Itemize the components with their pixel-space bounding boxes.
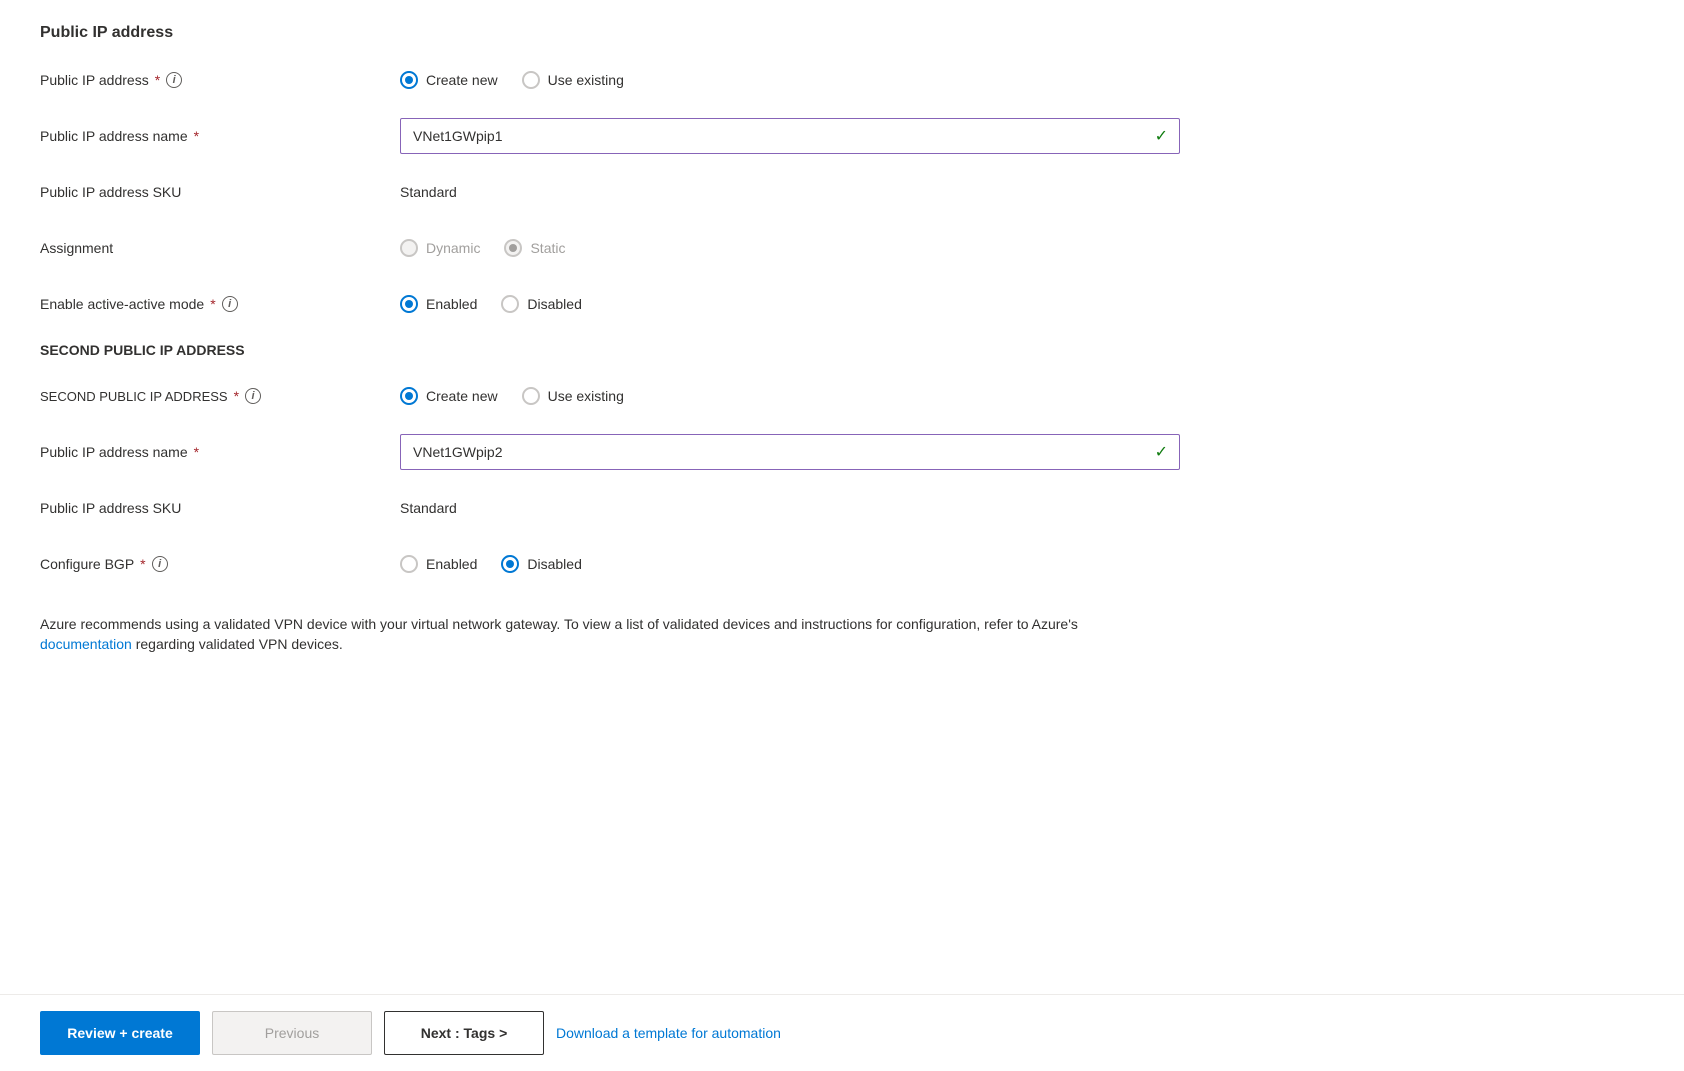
form-row-public-ip-address: Public IP address * i Create new Use exi… — [40, 62, 1644, 98]
label-second-ip-name: Public IP address name * — [40, 444, 400, 460]
radio-dot-create-new-2 — [400, 387, 418, 405]
label-second-ip-sku: Public IP address SKU — [40, 500, 400, 516]
radio-label-use-existing-2: Use existing — [548, 388, 624, 404]
input-wrapper-public-ip-name: ✓ — [400, 118, 1180, 154]
review-create-button[interactable]: Review + create — [40, 1011, 200, 1055]
radio-dot-static — [504, 239, 522, 257]
label-second-public-ip: SECOND PUBLIC IP ADDRESS * i — [40, 388, 400, 404]
required-star-bgp: * — [140, 556, 145, 572]
radio-label-create-new-2: Create new — [426, 388, 498, 404]
required-star-second: * — [234, 388, 239, 404]
public-ip-name-input[interactable] — [400, 118, 1180, 154]
label-public-ip-address: Public IP address * i — [40, 72, 400, 88]
form-row-assignment: Assignment Dynamic Static — [40, 230, 1644, 266]
form-row-public-ip-name: Public IP address name * ✓ — [40, 118, 1644, 154]
radio-group-assignment: Dynamic Static — [400, 239, 1180, 257]
form-row-second-ip-sku: Public IP address SKU Standard — [40, 490, 1644, 526]
radio-dot-create-new-1 — [400, 71, 418, 89]
info-icon-bgp[interactable]: i — [152, 556, 168, 572]
radio-label-disabled-active: Disabled — [527, 296, 581, 312]
radio-dot-disabled-active — [501, 295, 519, 313]
radio-dot-use-existing-2 — [522, 387, 540, 405]
radio-label-use-existing-1: Use existing — [548, 72, 624, 88]
radio-dot-use-existing-1 — [522, 71, 540, 89]
required-star-name: * — [194, 128, 199, 144]
radio-static[interactable]: Static — [504, 239, 565, 257]
radio-label-static: Static — [530, 240, 565, 256]
radio-label-bgp-disabled: Disabled — [527, 556, 581, 572]
info-text: Azure recommends using a validated VPN d… — [40, 614, 1140, 654]
form-row-active-active: Enable active-active mode * i Enabled Di… — [40, 286, 1644, 322]
valid-check-2: ✓ — [1155, 442, 1168, 462]
text-input-wrapper-2: ✓ — [400, 434, 1180, 470]
documentation-link[interactable]: documentation — [40, 636, 132, 652]
radio-label-create-new-1: Create new — [426, 72, 498, 88]
second-ip-name-input[interactable] — [400, 434, 1180, 470]
label-active-active: Enable active-active mode * i — [40, 296, 400, 312]
label-public-ip-sku: Public IP address SKU — [40, 184, 400, 200]
previous-button[interactable]: Previous — [212, 1011, 372, 1055]
input-wrapper-second-ip-name: ✓ — [400, 434, 1180, 470]
radio-create-new-1[interactable]: Create new — [400, 71, 498, 89]
required-star-active: * — [210, 296, 215, 312]
required-star: * — [155, 72, 160, 88]
label-configure-bgp: Configure BGP * i — [40, 556, 400, 572]
radio-use-existing-2[interactable]: Use existing — [522, 387, 624, 405]
radio-label-bgp-enabled: Enabled — [426, 556, 477, 572]
section-title-second-public-ip: SECOND PUBLIC IP ADDRESS — [40, 342, 1644, 358]
radio-dot-bgp-disabled — [501, 555, 519, 573]
form-row-public-ip-sku: Public IP address SKU Standard — [40, 174, 1644, 210]
download-template-button[interactable]: Download a template for automation — [556, 1025, 781, 1041]
valid-check-1: ✓ — [1155, 126, 1168, 146]
footer: Review + create Previous Next : Tags > D… — [0, 994, 1684, 1071]
label-public-ip-name: Public IP address name * — [40, 128, 400, 144]
radio-create-new-2[interactable]: Create new — [400, 387, 498, 405]
label-assignment: Assignment — [40, 240, 400, 256]
radio-use-existing-1[interactable]: Use existing — [522, 71, 624, 89]
main-content: Public IP address Public IP address * i … — [0, 0, 1684, 994]
info-icon-public-ip[interactable]: i — [166, 72, 182, 88]
form-row-configure-bgp: Configure BGP * i Enabled Disabled — [40, 546, 1644, 582]
radio-label-enabled-active: Enabled — [426, 296, 477, 312]
radio-disabled-active[interactable]: Disabled — [501, 295, 581, 313]
form-row-second-public-ip: SECOND PUBLIC IP ADDRESS * i Create new … — [40, 378, 1644, 414]
radio-dynamic[interactable]: Dynamic — [400, 239, 480, 257]
section-title-public-ip: Public IP address — [40, 24, 1644, 42]
value-public-ip-sku: Standard — [400, 184, 1180, 200]
radio-dot-enabled-active — [400, 295, 418, 313]
radio-label-dynamic: Dynamic — [426, 240, 480, 256]
value-second-ip-sku: Standard — [400, 500, 1180, 516]
radio-dot-dynamic — [400, 239, 418, 257]
radio-group-bgp: Enabled Disabled — [400, 555, 1180, 573]
radio-bgp-enabled[interactable]: Enabled — [400, 555, 477, 573]
text-input-wrapper-1: ✓ — [400, 118, 1180, 154]
required-star-second-name: * — [194, 444, 199, 460]
info-icon-second[interactable]: i — [245, 388, 261, 404]
radio-bgp-disabled[interactable]: Disabled — [501, 555, 581, 573]
radio-enabled-active[interactable]: Enabled — [400, 295, 477, 313]
radio-dot-bgp-enabled — [400, 555, 418, 573]
info-icon-active[interactable]: i — [222, 296, 238, 312]
radio-group-public-ip: Create new Use existing — [400, 71, 1180, 89]
form-row-second-ip-name: Public IP address name * ✓ — [40, 434, 1644, 470]
radio-group-active-active: Enabled Disabled — [400, 295, 1180, 313]
radio-group-second-public-ip: Create new Use existing — [400, 387, 1180, 405]
next-button[interactable]: Next : Tags > — [384, 1011, 544, 1055]
